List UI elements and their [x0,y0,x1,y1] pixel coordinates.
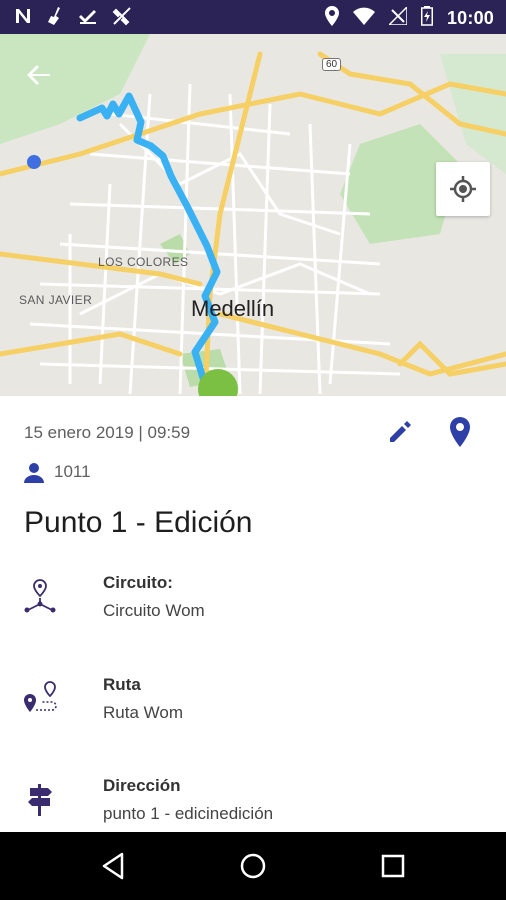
address-value: punto 1 - edicinedición [103,804,274,823]
status-bar: 10:00 [0,0,506,34]
map-label-neighborhood: SAN JAVIER [19,293,93,307]
circuit-label: Circuito: [103,573,173,592]
location-icon [324,6,339,31]
download-done-icon [78,7,98,30]
start-marker [27,155,41,169]
route-label: Ruta [103,675,141,694]
crosshair-icon [450,176,476,202]
pencil-icon [390,421,411,442]
map-view[interactable]: LOS COLORES SAN JAVIER Medellín 60 [0,34,506,396]
nav-home-button[interactable] [237,850,269,882]
map-road-marker: 60 [322,58,342,71]
battery-charging-icon [420,6,433,31]
system-nav-bar [0,832,506,900]
address-label: Dirección [103,776,181,795]
user-id: 1011 [54,462,91,481]
record-datetime: 15 enero 2019 | 09:59 [24,423,191,442]
circuit-value: Circuito Wom [103,601,205,620]
map-canvas [0,34,506,396]
circuit-icon [22,578,58,614]
edit-button[interactable] [386,416,416,446]
user-row: 1011 [22,460,91,484]
map-pin-icon [450,417,470,447]
map-label-neighborhood: LOS COLORES [98,255,189,269]
recents-icon [381,854,405,878]
no-signal-icon [387,5,408,30]
route-value: Ruta Wom [103,703,183,722]
nav-recents-button[interactable] [377,850,409,882]
person-icon [24,463,44,483]
route-icon [22,680,58,716]
point-title: Punto 1 - Edición [24,506,253,539]
map-pin-button[interactable] [446,415,476,449]
home-icon [240,853,266,879]
wifi-icon [352,7,375,30]
map-label-city: Medellín [191,296,275,321]
back-icon [102,852,124,880]
signpost-icon [22,782,58,818]
back-arrow-button[interactable] [24,60,54,90]
satellite-off-icon [112,6,132,31]
nav-back-button[interactable] [98,850,130,882]
my-location-button[interactable] [436,162,490,216]
broom-icon [46,6,64,31]
status-time: 10:00 [446,8,494,28]
n-logo-icon [14,7,32,30]
